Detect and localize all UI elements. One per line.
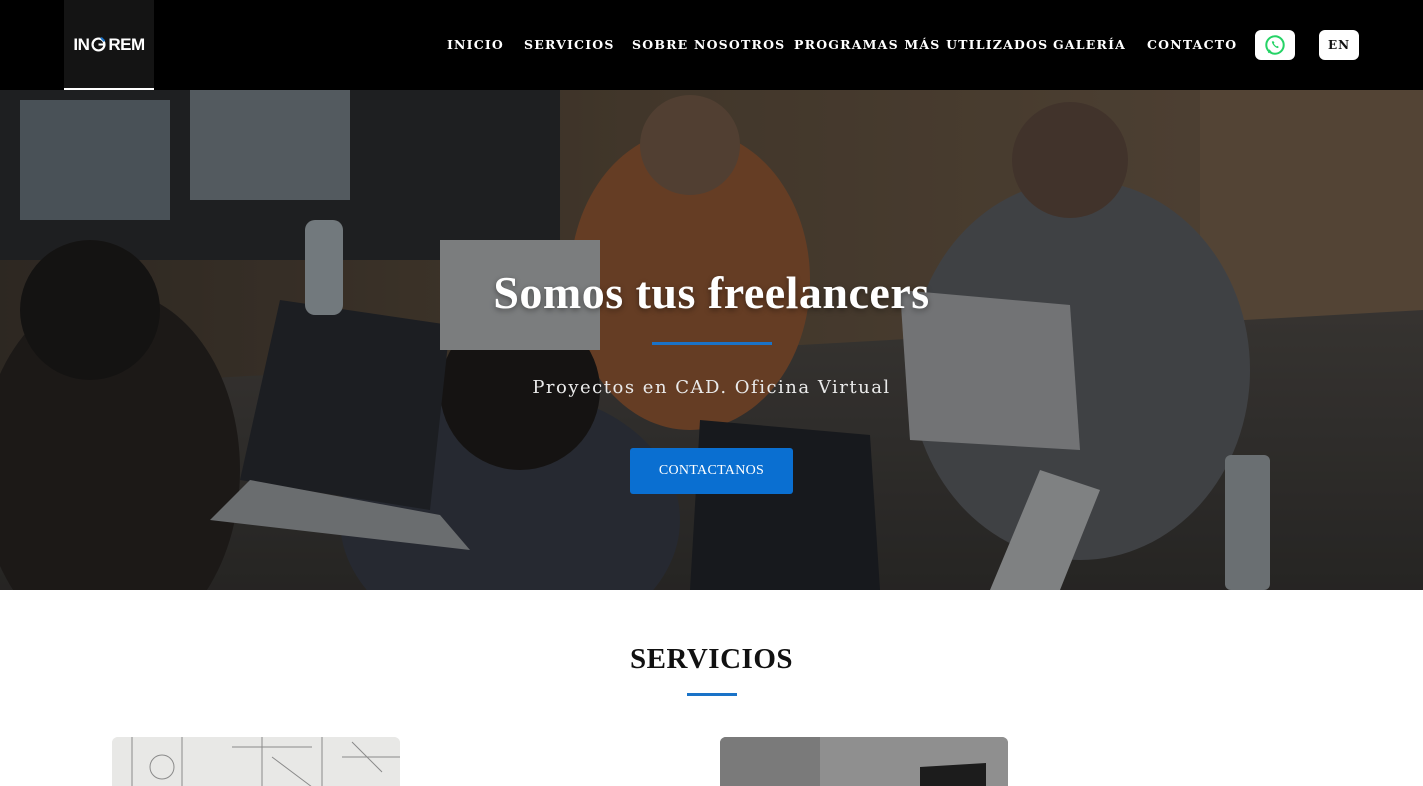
hero-banner: Somos tus freelancers Proyectos en CAD. … [0, 90, 1423, 590]
nav-galeria[interactable]: GALERÍA [1053, 36, 1126, 54]
logo-text-right: REM [108, 34, 145, 54]
whatsapp-icon [1265, 35, 1285, 55]
services-heading: SERVICIOS [629, 643, 794, 675]
whatsapp-button[interactable] [1255, 30, 1295, 60]
hero-subtitle: Proyectos en CAD. Oficina Virtual [532, 377, 891, 398]
service-card-image [720, 737, 1008, 786]
hero-overlay [0, 90, 1423, 590]
logo-g-icon [91, 36, 106, 52]
hero-title: Somos tus freelancers [493, 267, 930, 318]
service-card-image [112, 737, 400, 786]
logo-text-left: IN [73, 34, 90, 54]
nav-programas[interactable]: PROGRAMAS MÁS UTILIZADOS [794, 36, 1048, 54]
services-heading-divider [687, 693, 737, 696]
logo-wordmark: IN REM [73, 34, 145, 54]
service-card-cad[interactable] [112, 737, 400, 786]
nav-inicio[interactable]: INICIO [447, 36, 504, 54]
language-toggle-button[interactable]: EN [1319, 30, 1359, 60]
hero-title-divider [652, 342, 772, 345]
site-header: IN REM INICIO SERVICIOS SOBRE NOSOTROS P… [0, 0, 1423, 90]
nav-contacto[interactable]: CONTACTO [1147, 36, 1237, 54]
nav-sobre-nosotros[interactable]: SOBRE NOSOTROS [632, 36, 785, 54]
site-logo[interactable]: IN REM [64, 0, 154, 90]
nav-servicios[interactable]: SERVICIOS [524, 36, 615, 54]
contact-cta-button[interactable]: CONTACTANOS [630, 448, 793, 494]
service-card-virtual-office[interactable] [720, 737, 1008, 786]
